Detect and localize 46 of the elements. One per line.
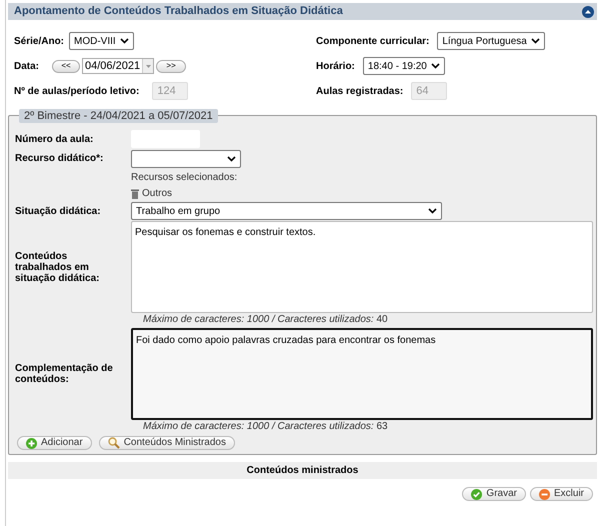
field-label: Conteúdos trabalhados em situação didática: [15, 250, 100, 284]
dropdown[interactable]: MOD-VIII [69, 32, 134, 50]
chevron-down-icon [428, 208, 437, 214]
readonly-field: 64 [411, 82, 448, 100]
chevron-down-icon [227, 156, 236, 162]
collapse-icon[interactable] [582, 6, 594, 18]
search-button[interactable]: Conteúdos Ministrados [98, 436, 235, 450]
field-label: Data: [14, 60, 40, 74]
fieldset-legend: 2º Bimestre - 24/04/2021 a 05/07/2021 [19, 109, 218, 123]
dropdown[interactable] [131, 150, 241, 168]
next-date-button[interactable]: >> [156, 60, 186, 72]
minus-icon [538, 488, 550, 500]
check-icon [471, 488, 482, 500]
save-button[interactable]: Gravar [462, 487, 526, 501]
dropdown[interactable]: Trabalho em grupo [131, 202, 442, 220]
field-label: Situação didática: [15, 204, 102, 218]
panel-title: Apontamento de Conteúdos Trabalhados em Situação Didática [14, 4, 343, 20]
chevron-down-icon [530, 38, 540, 44]
field-label: Nº de aulas/período letivo: [14, 84, 140, 98]
add-button[interactable]: Adicionar [17, 436, 92, 450]
plus-icon [26, 438, 37, 448]
field-label: Complementação de conteúdos: [15, 363, 114, 385]
text-area[interactable]: Pesquisar os fonemas e construir textos. [131, 221, 593, 313]
selected-resource: Outros [142, 187, 172, 201]
chevron-down-icon [430, 63, 440, 69]
search-icon [108, 437, 120, 449]
section-title: Conteúdos ministrados [246, 464, 358, 478]
previous-date-button[interactable]: << [52, 60, 80, 72]
chevron-down-icon [120, 38, 129, 44]
dropdown[interactable]: Língua Portuguesa [437, 32, 545, 50]
field-label: Número da aula: [15, 132, 94, 146]
field-label: Série/Ano: [14, 34, 64, 48]
field-label: Recurso didático*: [15, 152, 104, 166]
field-label: Aulas registradas: [316, 84, 404, 98]
field-label: Horário: [316, 60, 355, 74]
character-counter: Máximo de caracteres: 1000 / Caracteres utilizados: 40 [143, 314, 389, 326]
dropdown[interactable]: 18:40 - 19:20 [362, 57, 445, 75]
selected-resources-label: Recursos selecionados: [131, 171, 238, 185]
field-label: Componente curricular: [316, 34, 430, 48]
text-area[interactable]: Foi dado como apoio palavras cruzadas para encontrar os fonemas [131, 328, 593, 420]
readonly-field: 124 [152, 82, 188, 100]
date-field[interactable]: 04/06/2021 [82, 58, 154, 74]
delete-button[interactable]: Excluir [530, 487, 593, 501]
dropdown-arrow-icon [146, 64, 151, 68]
character-counter: Máximo de caracteres: 1000 / Caracteres utilizados: 63 [143, 421, 389, 433]
trash-icon[interactable] [131, 188, 139, 198]
